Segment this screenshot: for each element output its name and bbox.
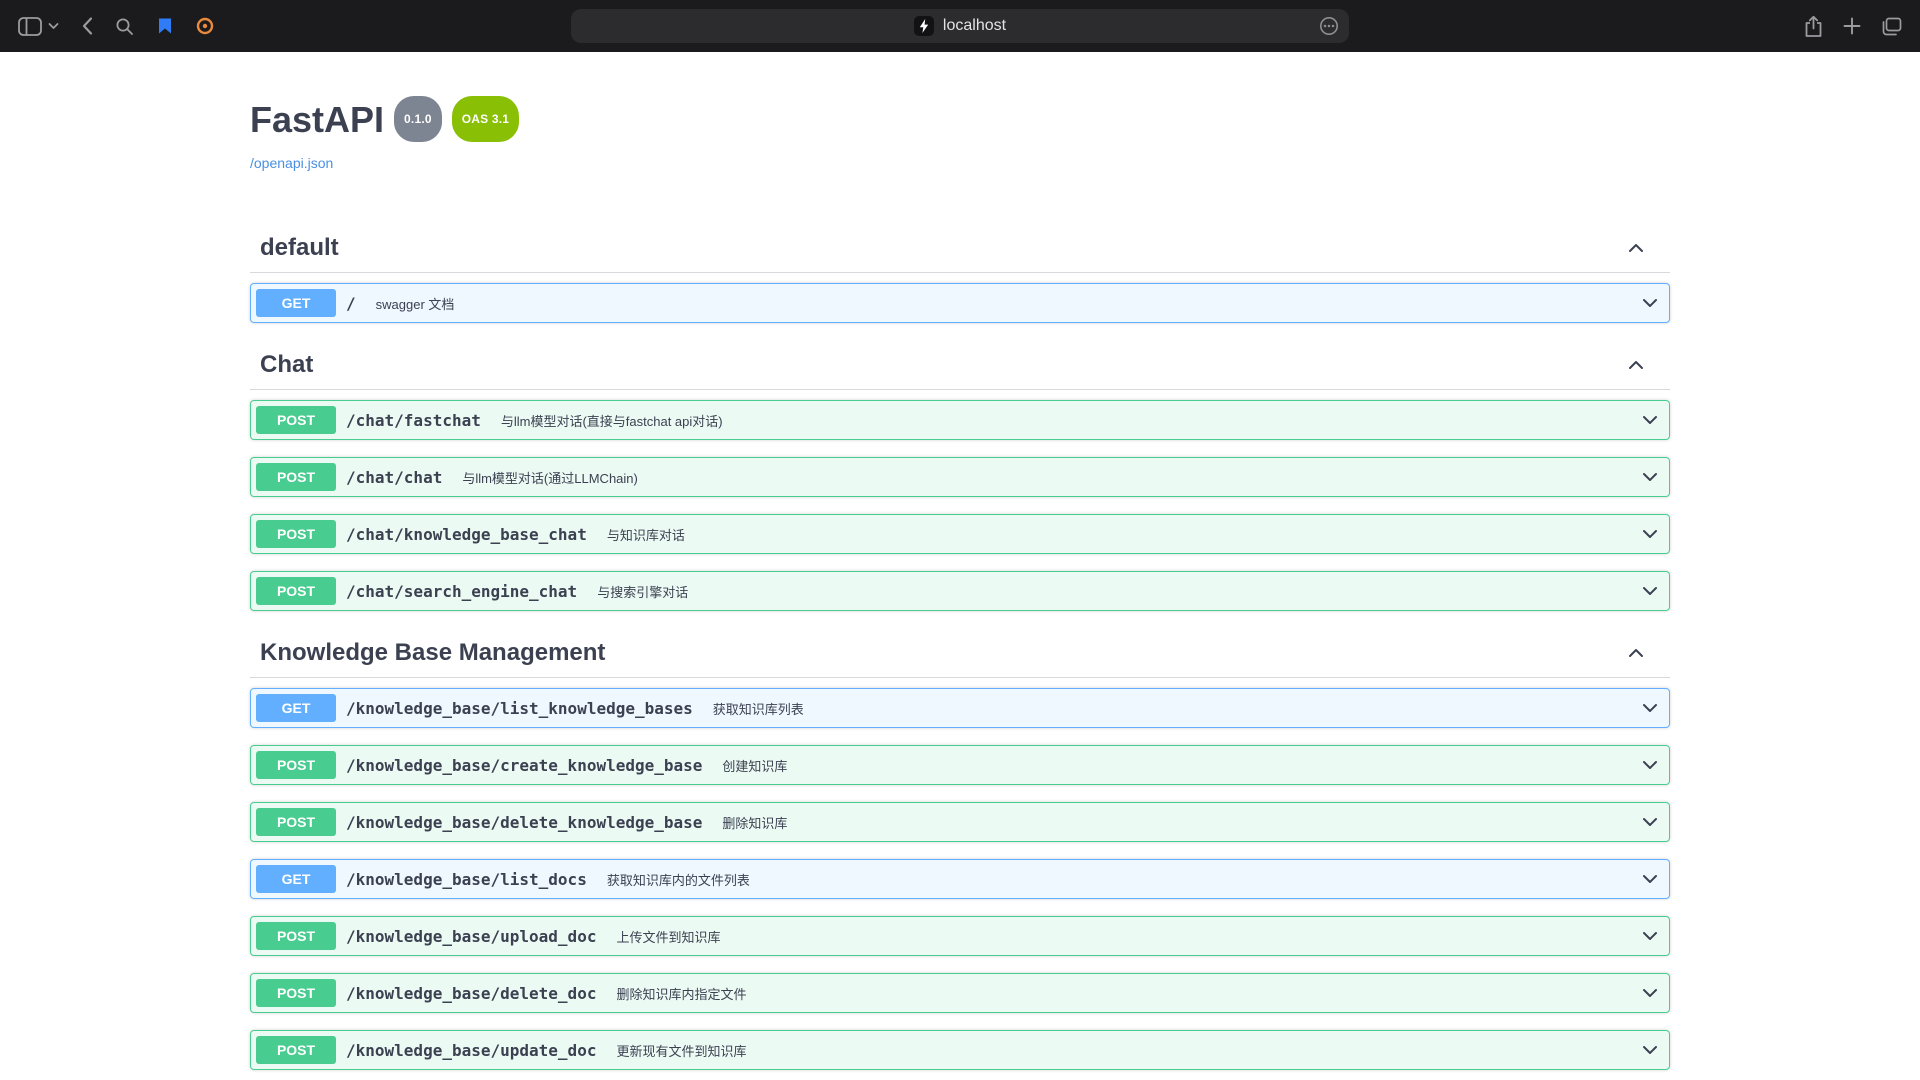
operation-row[interactable]: GET/knowledge_base/list_docs获取知识库内的文件列表 bbox=[250, 859, 1670, 899]
operation-path: /knowledge_base/upload_doc bbox=[336, 927, 606, 946]
oas-badge: OAS 3.1 bbox=[452, 96, 519, 142]
method-badge: GET bbox=[256, 289, 336, 317]
method-badge: POST bbox=[256, 979, 336, 1007]
expand-operation-icon[interactable] bbox=[1640, 581, 1664, 601]
operation-row[interactable]: GET/knowledge_base/list_knowledge_bases获… bbox=[250, 688, 1670, 728]
operation-description: swagger 文档 bbox=[366, 294, 1640, 313]
browser-toolbar: localhost bbox=[0, 0, 1920, 52]
site-favicon bbox=[914, 16, 934, 36]
method-badge: GET bbox=[256, 865, 336, 893]
section-header[interactable]: default bbox=[250, 223, 1670, 273]
expand-operation-icon[interactable] bbox=[1640, 467, 1664, 487]
operation-path: /chat/knowledge_base_chat bbox=[336, 525, 597, 544]
operation-description: 与llm模型对话(通过LLMChain) bbox=[452, 468, 1640, 487]
swagger-page: FastAPI0.1.0OAS 3.1 /openapi.json defaul… bbox=[0, 52, 1920, 1080]
orange-extension-icon[interactable] bbox=[196, 17, 214, 35]
operation-row[interactable]: POST/chat/knowledge_base_chat与知识库对话 bbox=[250, 514, 1670, 554]
operation-row[interactable]: POST/knowledge_base/create_knowledge_bas… bbox=[250, 745, 1670, 785]
operation-description: 获取知识库列表 bbox=[703, 699, 1640, 718]
version-badge: 0.1.0 bbox=[394, 96, 442, 142]
operation-description: 上传文件到知识库 bbox=[606, 927, 1640, 946]
operation-path: /chat/search_engine_chat bbox=[336, 582, 587, 601]
back-icon[interactable] bbox=[81, 16, 93, 36]
operation-description: 与搜索引擎对话 bbox=[587, 582, 1640, 601]
expand-operation-icon[interactable] bbox=[1640, 293, 1664, 313]
chevron-down-icon[interactable] bbox=[48, 22, 59, 30]
operation-path: /knowledge_base/update_doc bbox=[336, 1041, 606, 1060]
expand-operation-icon[interactable] bbox=[1640, 983, 1664, 1003]
collapse-section-icon[interactable] bbox=[1626, 355, 1650, 375]
new-tab-icon[interactable] bbox=[1843, 17, 1861, 35]
section-title: Knowledge Base Management bbox=[260, 638, 1626, 667]
operation-row[interactable]: POST/knowledge_base/delete_doc删除知识库内指定文件 bbox=[250, 973, 1670, 1013]
operation-path: /chat/chat bbox=[336, 468, 452, 487]
operation-description: 与llm模型对话(直接与fastchat api对话) bbox=[491, 411, 1640, 430]
section-header[interactable]: Chat bbox=[250, 340, 1670, 390]
operation-row[interactable]: POST/chat/search_engine_chat与搜索引擎对话 bbox=[250, 571, 1670, 611]
operation-path: /knowledge_base/create_knowledge_base bbox=[336, 756, 712, 775]
operation-path: /knowledge_base/delete_knowledge_base bbox=[336, 813, 712, 832]
operation-description: 删除知识库 bbox=[712, 813, 1640, 832]
method-badge: GET bbox=[256, 694, 336, 722]
operation-row[interactable]: POST/chat/fastchat与llm模型对话(直接与fastchat a… bbox=[250, 400, 1670, 440]
operation-row[interactable]: POST/knowledge_base/upload_doc上传文件到知识库 bbox=[250, 916, 1670, 956]
api-sections: defaultGET/swagger 文档ChatPOST/chat/fastc… bbox=[250, 223, 1670, 1080]
page-title: FastAPI0.1.0OAS 3.1 bbox=[250, 100, 1670, 151]
section-title: default bbox=[260, 233, 1626, 262]
expand-operation-icon[interactable] bbox=[1640, 1040, 1664, 1060]
operation-description: 删除知识库内指定文件 bbox=[606, 984, 1640, 1003]
collapse-section-icon[interactable] bbox=[1626, 238, 1650, 258]
share-icon[interactable] bbox=[1804, 15, 1823, 38]
operation-row[interactable]: POST/chat/chat与llm模型对话(通过LLMChain) bbox=[250, 457, 1670, 497]
blue-extension-icon[interactable] bbox=[156, 17, 174, 35]
operation-row[interactable]: POST/knowledge_base/delete_knowledge_bas… bbox=[250, 802, 1670, 842]
section-header[interactable]: Knowledge Base Management bbox=[250, 628, 1670, 678]
method-badge: POST bbox=[256, 406, 336, 434]
method-badge: POST bbox=[256, 1036, 336, 1064]
url-text: localhost bbox=[943, 17, 1006, 35]
url-bar[interactable]: localhost bbox=[571, 9, 1349, 43]
method-badge: POST bbox=[256, 922, 336, 950]
operations-list: POST/chat/fastchat与llm模型对话(直接与fastchat a… bbox=[250, 400, 1670, 611]
expand-operation-icon[interactable] bbox=[1640, 698, 1664, 718]
tab-overview-icon[interactable] bbox=[1881, 17, 1902, 36]
operation-description: 获取知识库内的文件列表 bbox=[597, 870, 1640, 889]
api-info: FastAPI0.1.0OAS 3.1 /openapi.json bbox=[250, 100, 1670, 173]
expand-operation-icon[interactable] bbox=[1640, 926, 1664, 946]
operation-path: /chat/fastchat bbox=[336, 411, 491, 430]
operations-list: GET/knowledge_base/list_knowledge_bases获… bbox=[250, 688, 1670, 1080]
method-badge: POST bbox=[256, 463, 336, 491]
method-badge: POST bbox=[256, 808, 336, 836]
collapse-section-icon[interactable] bbox=[1626, 643, 1650, 663]
page-settings-icon[interactable] bbox=[1318, 15, 1340, 37]
sidebar-toggle-icon[interactable] bbox=[18, 17, 42, 36]
search-icon[interactable] bbox=[115, 17, 134, 36]
operation-path: /knowledge_base/list_knowledge_bases bbox=[336, 699, 703, 718]
operation-path: /knowledge_base/list_docs bbox=[336, 870, 597, 889]
api-title-text: FastAPI bbox=[250, 99, 384, 140]
expand-operation-icon[interactable] bbox=[1640, 755, 1664, 775]
operations-list: GET/swagger 文档 bbox=[250, 283, 1670, 323]
expand-operation-icon[interactable] bbox=[1640, 812, 1664, 832]
openapi-spec-link[interactable]: /openapi.json bbox=[250, 155, 333, 171]
expand-operation-icon[interactable] bbox=[1640, 869, 1664, 889]
expand-operation-icon[interactable] bbox=[1640, 524, 1664, 544]
api-section: Knowledge Base Management GET/knowledge_b… bbox=[250, 628, 1670, 1080]
operation-description: 更新现有文件到知识库 bbox=[606, 1041, 1640, 1060]
operation-description: 与知识库对话 bbox=[597, 525, 1640, 544]
operation-description: 创建知识库 bbox=[712, 756, 1640, 775]
api-section: Chat POST/chat/fastchat与llm模型对话(直接与fastch… bbox=[250, 340, 1670, 611]
api-section: default GET/swagger 文档 bbox=[250, 223, 1670, 323]
method-badge: POST bbox=[256, 577, 336, 605]
operation-row[interactable]: POST/knowledge_base/update_doc更新现有文件到知识库 bbox=[250, 1030, 1670, 1070]
operation-path: / bbox=[336, 294, 366, 313]
operation-path: /knowledge_base/delete_doc bbox=[336, 984, 606, 1003]
method-badge: POST bbox=[256, 751, 336, 779]
operation-row[interactable]: GET/swagger 文档 bbox=[250, 283, 1670, 323]
expand-operation-icon[interactable] bbox=[1640, 410, 1664, 430]
section-title: Chat bbox=[260, 350, 1626, 379]
method-badge: POST bbox=[256, 520, 336, 548]
